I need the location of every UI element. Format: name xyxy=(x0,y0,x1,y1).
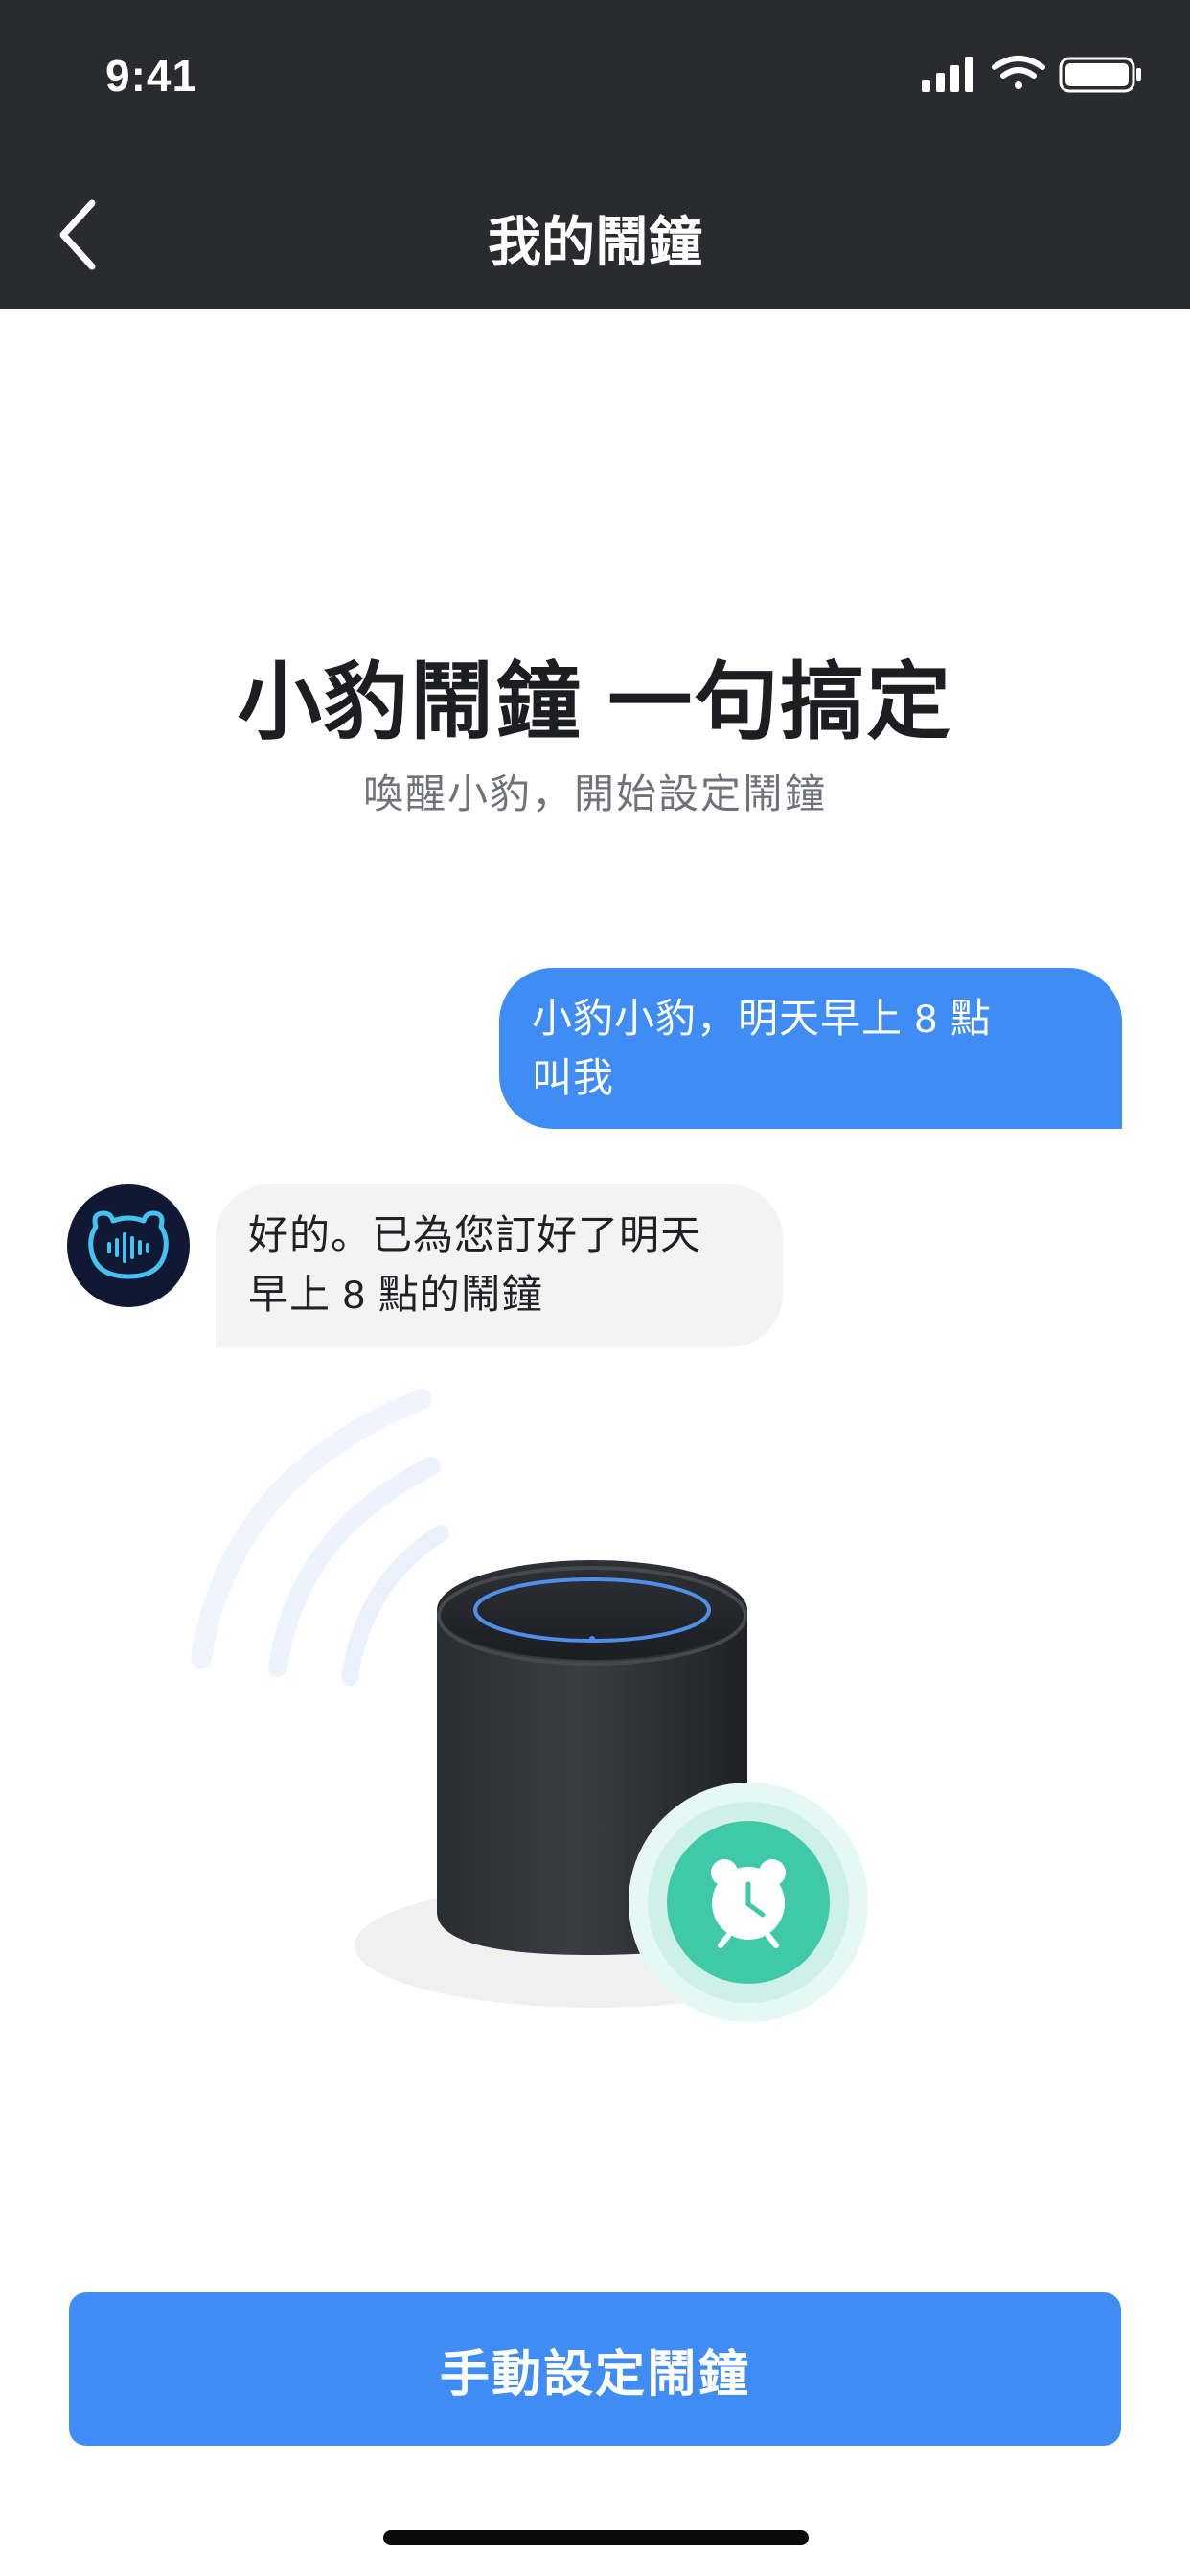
wifi-icon xyxy=(992,56,1045,89)
assistant-message-line: 好的。已為您訂好了明天 xyxy=(248,1212,702,1257)
home-indicator[interactable] xyxy=(383,2530,809,2545)
status-bar: 9:41 xyxy=(0,0,1190,136)
battery-icon xyxy=(1059,57,1141,93)
assistant-message-line: 早上 8 點的鬧鐘 xyxy=(248,1272,543,1317)
alarm-clock-icon xyxy=(629,1782,868,2022)
hero-title: 小豹鬧鐘 一句搞定 xyxy=(237,655,953,749)
cellular-signal-icon xyxy=(922,57,973,92)
assistant-avatar-icon xyxy=(67,1184,190,1307)
status-time: 9:41 xyxy=(105,51,198,101)
sound-waves xyxy=(191,1389,449,1686)
user-message-line: 小豹小豹，明天早上 8 點 xyxy=(532,996,992,1041)
user-message-line: 叫我 xyxy=(532,1055,615,1100)
hero-subtitle: 喚醒小豹，開始設定鬧鐘 xyxy=(362,771,827,816)
manual-set-alarm-button[interactable]: 手動設定鬧鐘 xyxy=(69,2292,1121,2446)
status-icons xyxy=(922,56,1141,93)
page-title: 我的鬧鐘 xyxy=(488,212,702,272)
user-message-bubble: 小豹小豹，明天早上 8 點 叫我 xyxy=(499,968,1122,1129)
speaker-illustration xyxy=(191,1389,868,2022)
assistant-message-bubble: 好的。已為您訂好了明天 早上 8 點的鬧鐘 xyxy=(216,1184,783,1347)
